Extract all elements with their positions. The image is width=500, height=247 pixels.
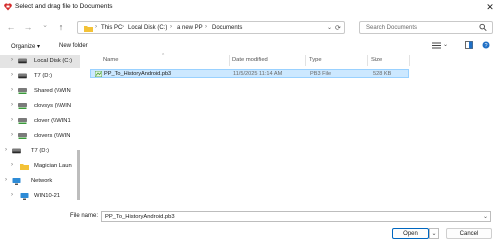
preview-pane-icon[interactable] [465, 41, 473, 49]
sidebar-item-label: Network [31, 178, 53, 184]
breadcrumb-this-pc[interactable]: This PC [101, 25, 122, 31]
drive-icon [18, 58, 27, 64]
up-button[interactable]: ↑ [55, 21, 67, 33]
folder-icon [20, 164, 29, 170]
file-type: PB3 File [310, 71, 332, 77]
app-icon [4, 3, 12, 11]
sidebar-item-clovsys[interactable]: › clovsys (\\WIN [0, 100, 80, 113]
sidebar-item-label: clovsys (\\WIN [34, 103, 72, 109]
refresh-icon[interactable]: ⟳ [335, 24, 341, 32]
expand-chevron-icon[interactable]: › [11, 87, 13, 93]
file-name-dropdown-icon[interactable]: ⌄ [483, 213, 488, 220]
file-name-field[interactable]: PP_To_HistoryAndroid.pb3 ⌄ [101, 211, 491, 222]
network-icon [12, 178, 21, 185]
expand-chevron-icon[interactable]: › [11, 57, 13, 63]
expand-chevron-icon[interactable]: › [11, 192, 13, 198]
view-dropdown-icon[interactable]: ⌄ [443, 41, 448, 48]
column-separator[interactable] [305, 55, 306, 66]
sidebar-item-label: Local Disk (C:) [34, 58, 73, 64]
sidebar-item-label: T7 (D:) [34, 73, 53, 79]
expand-chevron-icon[interactable]: › [5, 177, 7, 183]
sidebar-item-magician[interactable]: › Magician Laun [0, 160, 80, 173]
sidebar-scrollbar[interactable] [77, 150, 80, 200]
file-row[interactable]: PP_To_HistoryAndroid.pb3 11/5/2025 11:14… [90, 69, 409, 78]
sidebar-item-t7-drive[interactable]: › T7 (D:) [0, 145, 80, 158]
sidebar-item-label: Magician Laun [34, 163, 72, 169]
network-drive-icon [18, 118, 27, 124]
sidebar-item-win10[interactable]: › WIN10-21 [0, 190, 80, 203]
network-drive-icon [18, 133, 27, 139]
column-separator[interactable] [367, 55, 368, 66]
network-drive-icon [18, 103, 27, 109]
column-separator[interactable] [409, 55, 410, 66]
expand-chevron-icon[interactable]: › [5, 147, 7, 153]
address-dropdown-icon[interactable]: ⌄ [327, 24, 332, 31]
sidebar-item-shared[interactable]: › Shared (\\WIN [0, 85, 80, 98]
window-title: Select and drag file to Documents [15, 3, 113, 10]
network-drive-icon [18, 88, 27, 94]
forward-button[interactable]: → [22, 21, 34, 33]
folder-icon [84, 26, 93, 32]
breadcrumb-a-new-pp[interactable]: a new PP [177, 25, 203, 31]
drive-icon [12, 148, 21, 154]
file-name-label: File name: [70, 213, 99, 219]
file-name-value: PP_To_HistoryAndroid.pb3 [105, 214, 175, 220]
sidebar-item-clover[interactable]: › clover (\\WIN1 [0, 115, 80, 128]
sidebar-item-label: Shared (\\WIN [34, 88, 71, 94]
file-size: 528 KB [373, 71, 392, 77]
address-bar[interactable]: › This PC › Local Disk (C:) › a new PP ›… [77, 21, 345, 34]
expand-chevron-icon[interactable]: › [11, 102, 13, 108]
pb3-file-icon [95, 71, 102, 77]
sidebar-item-label: T7 (D:) [31, 148, 50, 154]
recent-dropdown-button[interactable]: ⌄ [39, 20, 51, 32]
sidebar-item-t7[interactable]: › T7 (D:) [0, 70, 80, 83]
view-options-icon[interactable] [432, 42, 441, 49]
sidebar-item-label: WIN10-21 [34, 193, 61, 199]
open-button[interactable]: Open [392, 228, 429, 239]
search-icon [479, 23, 487, 32]
expand-chevron-icon[interactable]: › [11, 162, 13, 168]
sidebar-item-label: clover (\\WIN1 [34, 118, 71, 124]
close-button[interactable]: ✕ [484, 2, 496, 12]
breadcrumb-separator: › [205, 24, 207, 30]
search-box[interactable]: Search Documents [359, 21, 493, 34]
drive-icon [18, 73, 27, 79]
cancel-button[interactable]: Cancel [446, 228, 492, 239]
column-header-size[interactable]: Size [371, 57, 382, 63]
svg-text:?: ? [484, 43, 487, 49]
computer-icon [20, 193, 29, 200]
file-date-modified: 11/5/2025 11:14 AM [233, 71, 283, 77]
breadcrumb-separator: › [122, 24, 124, 30]
sidebar-item-local-disk[interactable]: › Local Disk (C:) [0, 55, 80, 68]
new-folder-button[interactable]: New folder [59, 43, 88, 49]
column-separator[interactable] [229, 55, 230, 66]
open-dropdown-button[interactable]: ⌄ [429, 228, 439, 239]
back-button[interactable]: ← [5, 21, 17, 33]
breadcrumb-separator: › [95, 24, 97, 30]
help-icon[interactable]: ? [482, 41, 490, 49]
column-header-type[interactable]: Type [309, 57, 322, 63]
file-name: PP_To_HistoryAndroid.pb3 [104, 71, 172, 77]
column-header-name[interactable]: Name [103, 57, 118, 63]
sidebar-item-network[interactable]: › Network [0, 175, 80, 188]
breadcrumb-separator: › [170, 24, 172, 30]
breadcrumb-documents[interactable]: Documents [212, 25, 242, 31]
organize-menu[interactable]: Organize ▾ [11, 43, 40, 50]
breadcrumb-local-disk[interactable]: Local Disk (C:) [128, 25, 167, 31]
expand-chevron-icon[interactable]: › [11, 72, 13, 78]
sidebar-item-label: clovers (\\WIN [34, 133, 71, 139]
search-input[interactable]: Search Documents [366, 25, 417, 31]
sort-arrow-icon: ⌃ [161, 53, 166, 59]
expand-chevron-icon[interactable]: › [11, 132, 13, 138]
column-header-date[interactable]: Date modified [232, 57, 268, 63]
sidebar-item-clovers[interactable]: › clovers (\\WIN [0, 130, 80, 143]
expand-chevron-icon[interactable]: › [11, 117, 13, 123]
